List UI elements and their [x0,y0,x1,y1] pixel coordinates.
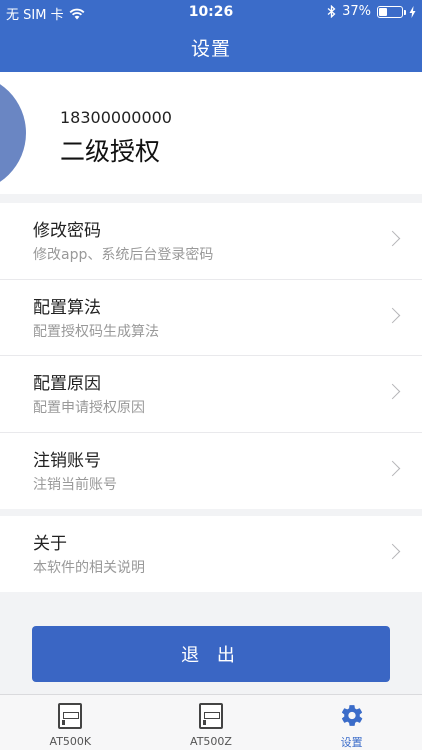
settings-item-delete-account[interactable]: 注销账号 注销当前账号 [0,433,422,510]
settings-item-title: 配置原因 [33,374,101,394]
page-title: 设置 [190,38,231,60]
settings-item-subtitle: 修改app、系统后台登录密码 [33,247,214,263]
chevron-right-icon [384,307,401,323]
settings-item-title: 注销账号 [33,450,101,471]
settings-item-subtitle: 注销当前账号 [33,476,117,493]
settings-item-configure-reason[interactable]: 配置原因 配置申请授权原因 [0,356,422,433]
charging-icon [409,5,416,18]
settings-item-title: 修改密码 [33,221,101,241]
chevron-right-icon [384,230,401,247]
settings-item-subtitle: 配置授权码生成算法 [33,323,159,340]
tab-at500k[interactable]: AT500K [0,695,141,750]
settings-item-configure-algorithm[interactable]: 配置算法 配置授权码生成算法 [0,280,422,356]
tab-settings[interactable]: 设置 [281,695,422,750]
profile-card: 18300000000 二级授权 [0,72,422,194]
chevron-right-icon [384,460,401,476]
settings-item-subtitle: 本软件的相关说明 [33,560,145,576]
gear-icon [341,705,362,726]
tab-label: AT500K [49,735,92,748]
tab-bar: AT500K AT500Z 设置 [0,694,422,750]
chevron-right-icon [384,383,401,400]
settings-list: 修改密码 修改app、系统后台登录密码 配置算法 配置授权码生成算法 配置原因 … [0,203,422,509]
settings-item-title: 关于 [33,534,67,554]
battery-fill [379,7,388,16]
device-icon [58,703,83,729]
chevron-right-icon [384,543,401,560]
profile-role: 二级授权 [60,137,161,166]
tab-at500z[interactable]: AT500Z [141,695,282,750]
status-right: 37% [327,4,416,19]
device-icon [199,703,223,729]
settings-item-subtitle: 配置申请授权原因 [33,400,145,416]
profile-phone: 18300000000 [60,108,172,127]
battery-icon [377,5,406,18]
header: 无 SIM 卡 10:26 37% 设置 [0,0,422,72]
bluetooth-icon [327,5,336,18]
about-section: 关于 本软件的相关说明 [0,516,422,592]
settings-item-change-password[interactable]: 修改密码 修改app、系统后台登录密码 [0,203,422,280]
settings-item-about[interactable]: 关于 本软件的相关说明 [0,516,422,593]
status-bar: 无 SIM 卡 10:26 37% [0,0,422,24]
tab-label: AT500Z [190,735,232,748]
battery-percent: 37% [342,4,371,19]
logout-button[interactable]: 退 出 [32,626,390,682]
avatar [0,74,26,192]
settings-item-title: 配置算法 [33,297,101,318]
tab-label: 设置 [340,736,363,749]
